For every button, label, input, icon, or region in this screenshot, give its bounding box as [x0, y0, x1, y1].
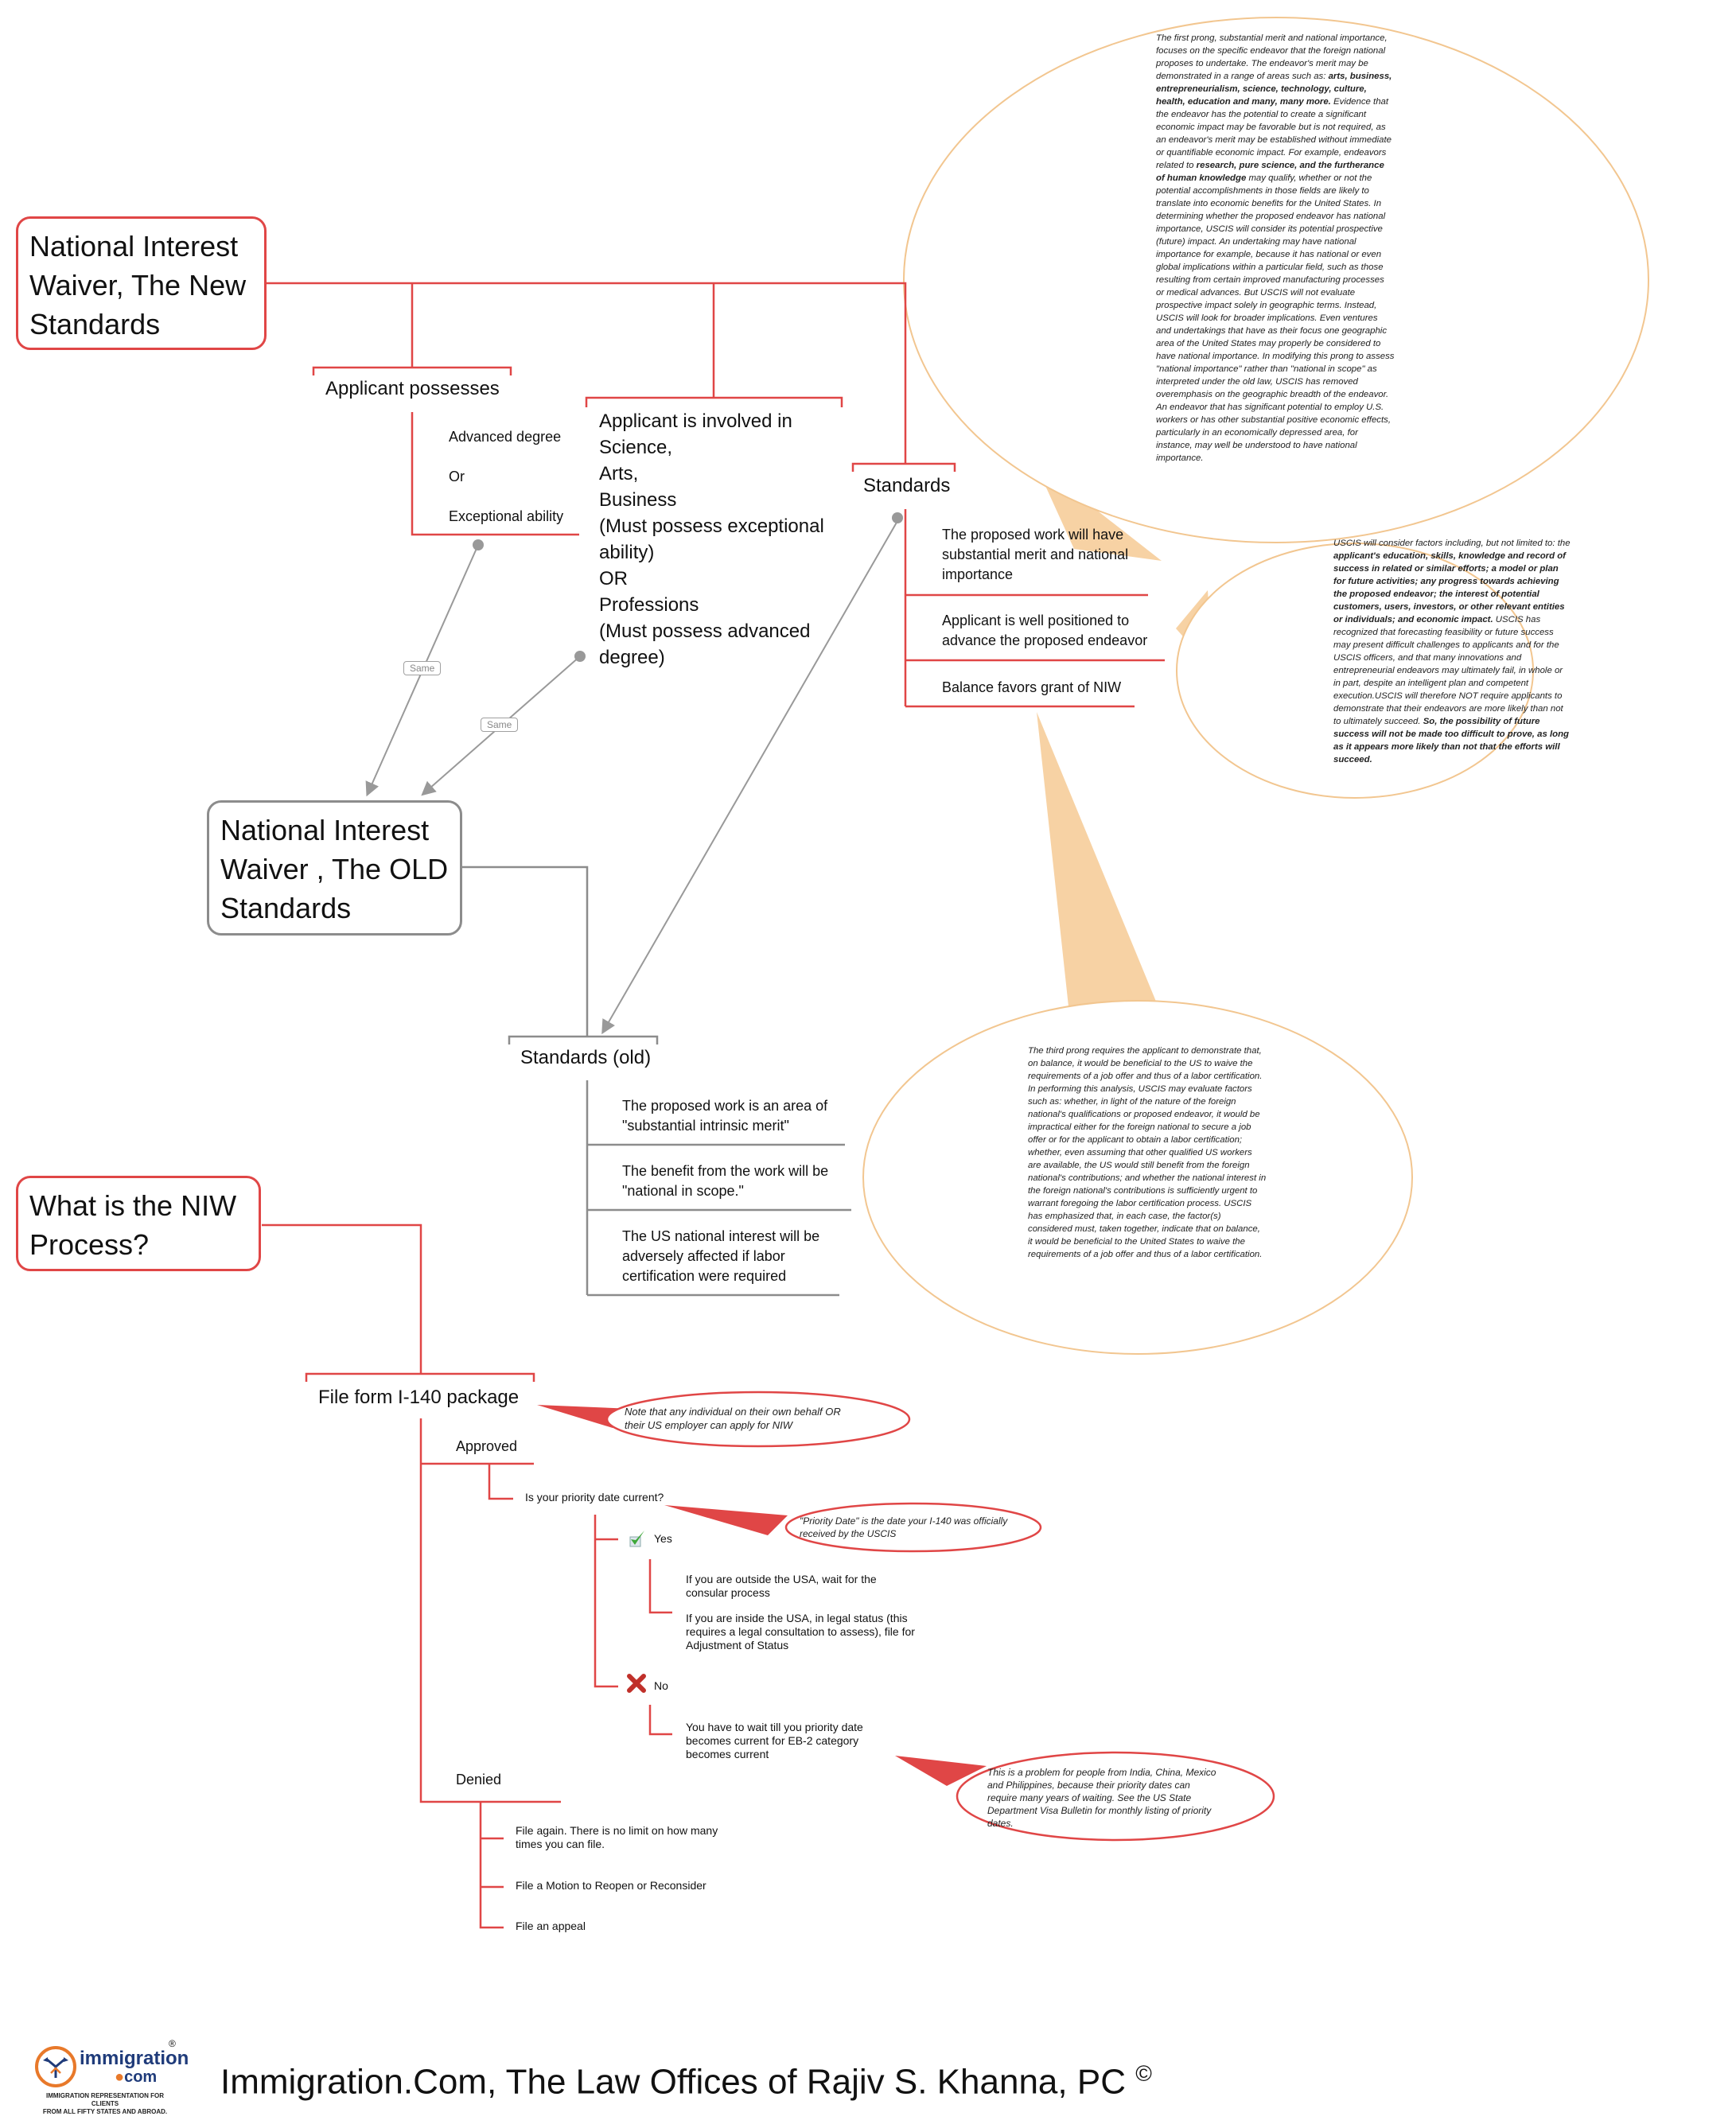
node-approved[interactable]: Approved: [456, 1437, 517, 1457]
node-line: degree): [599, 647, 665, 668]
node-line: OR: [599, 568, 628, 589]
root-title-line: National Interest: [220, 814, 430, 846]
root-title-line: Process?: [29, 1228, 150, 1261]
node-old-standard-merit[interactable]: The proposed work is an area of "substan…: [622, 1096, 853, 1136]
node-standard-merit[interactable]: The proposed work will have substantial …: [942, 525, 1149, 585]
node-standard-balance[interactable]: Balance favors grant of NIW: [942, 678, 1149, 698]
node-yes-inside[interactable]: If you are inside the USA, in legal stat…: [686, 1612, 917, 1652]
node-old-standard-scope[interactable]: The benefit from the work will be "natio…: [622, 1161, 853, 1201]
bubble-second-prong-text: USCIS will consider factors including, b…: [1333, 537, 1572, 766]
logo-word: immigration: [80, 2048, 189, 2069]
bubble-first-prong-text: The first prong, substantial merit and n…: [1156, 32, 1395, 465]
bubble-run: USCIS will consider factors including, b…: [1333, 539, 1571, 548]
bubble-run: Evidence that the endeavor has the poten…: [1156, 97, 1392, 170]
node-file-form[interactable]: File form I-140 package: [318, 1384, 519, 1410]
node-standard-positioned[interactable]: Applicant is well positioned to advance …: [942, 611, 1165, 651]
footer-title: Immigration.Com, The Law Offices of Raji…: [220, 2054, 1152, 2103]
logo-tagline-2: FROM ALL FIFTY STATES AND ABROAD.: [42, 2108, 168, 2115]
node-yes[interactable]: Yes: [654, 1532, 672, 1546]
note-no-text: This is a problem for people from India,…: [987, 1767, 1216, 1829]
root-title-line: Standards: [29, 308, 161, 340]
logo-tagline: IMMIGRATION REPRESENTATION FOR CLIENTS F…: [33, 2092, 177, 2116]
root-node-new-standards[interactable]: National Interest Waiver, The New Standa…: [16, 216, 267, 350]
note-file-form-text: Note that any individual on their own be…: [625, 1406, 841, 1431]
same-label-1[interactable]: Same: [403, 661, 442, 675]
node-applicant-possesses[interactable]: Applicant possesses: [325, 375, 500, 402]
node-denied[interactable]: Denied: [456, 1770, 501, 1790]
check-icon: [629, 1529, 646, 1548]
node-line: (Must possess advanced: [599, 620, 811, 642]
root-node-old-standards[interactable]: National Interest Waiver , The OLD Stand…: [207, 800, 462, 936]
node-advanced-degree[interactable]: Advanced degree: [449, 427, 561, 447]
x-icon: [627, 1674, 646, 1693]
bubble-third-prong-text: The third prong requires the applicant t…: [1028, 1046, 1267, 1259]
process-branches: [262, 1223, 672, 1929]
root-title-line: Standards: [220, 892, 352, 924]
node-old-standard-labor[interactable]: The US national interest will be adverse…: [622, 1227, 837, 1286]
bubble-emphasis: applicant's education, skills, knowledge…: [1333, 551, 1566, 624]
root-title-line: What is the NIW: [29, 1189, 237, 1222]
node-applicant-involved[interactable]: Applicant is involved in Science, Arts, …: [599, 408, 838, 671]
node-line: Science,: [599, 437, 673, 458]
immigration-logo[interactable]: immigration ® ●com IMMIGRATION REPRESENT…: [33, 2038, 189, 2115]
logo-tagline-1: IMMIGRATION REPRESENTATION FOR CLIENTS: [46, 2092, 164, 2107]
root-title-line: Waiver, The New: [29, 269, 247, 301]
note-priority-text: "Priority Date" is the date your I-140 w…: [800, 1515, 1008, 1539]
root-node-process[interactable]: What is the NIW Process?: [16, 1176, 261, 1271]
logo-registered: ®: [169, 2038, 176, 2049]
node-denied-motion[interactable]: File a Motion to Reopen or Reconsider: [516, 1879, 706, 1893]
node-exceptional-ability[interactable]: Exceptional ability: [449, 507, 563, 527]
root-title-line: National Interest: [29, 230, 239, 263]
same-label-2[interactable]: Same: [481, 718, 519, 732]
node-yes-outside[interactable]: If you are outside the USA, wait for the…: [686, 1573, 901, 1600]
node-priority-question[interactable]: Is your priority date current?: [525, 1491, 664, 1504]
node-denied-appeal[interactable]: File an appeal: [516, 1920, 586, 1933]
node-line: Applicant is involved in: [599, 410, 792, 432]
logo-com-text: com: [124, 2068, 158, 2086]
bubble-run: USCIS has recognized that forecasting fe…: [1333, 615, 1563, 726]
node-line: Business: [599, 489, 677, 511]
footer-title-text: Immigration.Com, The Law Offices of Raji…: [220, 2062, 1126, 2102]
node-standards-old[interactable]: Standards (old): [520, 1044, 651, 1071]
root-title-line: Waiver , The OLD: [220, 853, 449, 885]
node-line: (Must possess exceptional: [599, 515, 824, 537]
node-denied-file-again[interactable]: File again. There is no limit on how man…: [516, 1824, 730, 1851]
node-line: Professions: [599, 594, 699, 616]
node-line: Arts,: [599, 463, 639, 484]
bubble-run: may qualify, whether or not the potentia…: [1156, 173, 1395, 463]
node-no[interactable]: No: [654, 1679, 668, 1693]
logo-com: ●com: [115, 2068, 158, 2086]
node-or[interactable]: Or: [449, 467, 465, 487]
node-no-wait[interactable]: You have to wait till you priority date …: [686, 1721, 901, 1761]
node-line: ability): [599, 542, 655, 563]
logo-arrows-icon: [35, 2046, 76, 2087]
node-standards[interactable]: Standards: [863, 473, 950, 499]
copyright-symbol: ©: [1135, 2061, 1152, 2086]
